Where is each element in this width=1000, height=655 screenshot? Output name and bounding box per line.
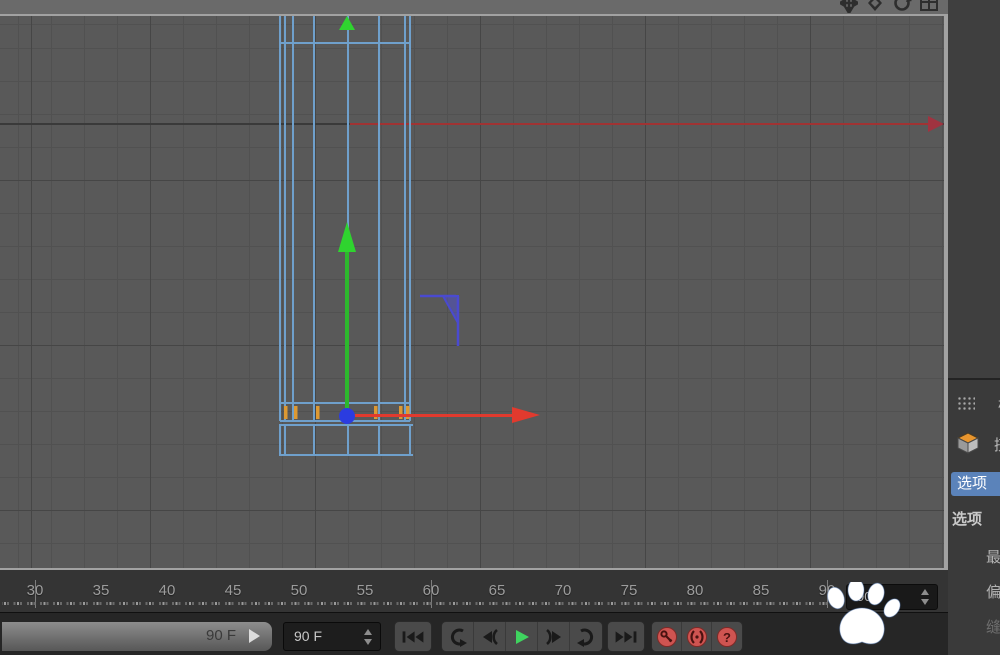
ruler-frame-label: 40	[158, 582, 176, 599]
max-frame-field[interactable]: 90 F	[283, 622, 381, 651]
ruler-frame-label: 65	[488, 582, 506, 599]
play-forward-button[interactable]	[506, 622, 538, 651]
y-axis-arrow-icon[interactable]	[338, 222, 356, 252]
max-frame-value: 90 F	[294, 628, 323, 644]
next-frame-button[interactable]	[538, 622, 570, 651]
attribute-manager-panel: 模 挤 选项 选项 最 偏 缝	[948, 378, 1000, 655]
ruler-frame-label: 60	[422, 582, 440, 599]
svg-text:?: ?	[723, 630, 731, 645]
rotate-view-icon[interactable]	[892, 0, 912, 13]
keyframe-selection-button[interactable]: ?	[712, 622, 742, 651]
previous-frame-button[interactable]	[474, 622, 506, 651]
viewport-canvas[interactable]	[0, 16, 944, 568]
tab-options-selected[interactable]: 选项	[951, 472, 1000, 496]
play-loop-button[interactable]	[570, 622, 602, 651]
toggle-views-icon[interactable]	[920, 0, 938, 13]
world-x-axis-arrow-icon	[928, 116, 944, 132]
goto-start-button[interactable]	[394, 621, 432, 652]
scale-view-icon[interactable]	[866, 0, 884, 13]
ruler-frame-label: 30	[26, 582, 44, 599]
ruler-frame-label: 75	[620, 582, 638, 599]
timeline-tick-marks	[2, 602, 840, 605]
viewport-header	[0, 0, 948, 14]
cinema4d-window: 模 挤 选项 选项 最 偏 缝 30 35 40 45 50 55 60 65 70 75 80 85…	[0, 0, 1000, 655]
move-view-icon[interactable]	[840, 0, 858, 13]
ruler-frame-label: 80	[686, 582, 704, 599]
max-frame-stepper[interactable]	[364, 629, 373, 645]
ruler-frame-label: 45	[224, 582, 242, 599]
playback-button-group	[441, 621, 603, 652]
slider-play-arrow-icon	[249, 629, 260, 643]
object-origin-handle[interactable]	[339, 408, 355, 424]
record-keyframe-button[interactable]	[652, 622, 682, 651]
object-name-label: 挤	[994, 434, 1000, 455]
animation-toolbar: 90 F 90 F ?	[0, 612, 948, 655]
mode-grid-icon	[956, 395, 975, 411]
timeline-ruler[interactable]: 30354045505560657075808590 90 F	[0, 570, 948, 612]
ruler-frame-label: 85	[752, 582, 770, 599]
range-slider-value: 90 F	[205, 627, 236, 644]
attribute-label: 最	[986, 549, 1000, 566]
keyframe-button-group: ?	[651, 621, 743, 652]
deformer-handle-icon	[420, 294, 460, 346]
ruler-frame-label: 55	[356, 582, 374, 599]
ruler-frame-label: 35	[92, 582, 110, 599]
object-cube-icon	[956, 432, 980, 454]
x-axis-handle[interactable]	[352, 414, 514, 417]
ruler-frame-label: 50	[290, 582, 308, 599]
attribute-mode-menu[interactable]: 模	[956, 394, 1000, 414]
paw-print-icon	[827, 582, 901, 645]
y-axis-arrow-top-icon	[339, 16, 355, 30]
attribute-label: 偏	[986, 584, 1000, 601]
options-section-label: 选项	[952, 511, 983, 528]
play-backward-button[interactable]	[442, 622, 474, 651]
goto-end-button[interactable]	[607, 621, 645, 652]
ruler-frame-label: 70	[554, 582, 572, 599]
object-title-row: 挤	[956, 432, 1000, 456]
autokey-button[interactable]	[682, 622, 712, 651]
attribute-label-disabled: 缝	[986, 619, 1000, 636]
x-axis-arrow-icon[interactable]	[512, 407, 540, 423]
world-x-axis-line	[350, 123, 934, 125]
timeline-range-slider[interactable]: 90 F	[2, 622, 272, 651]
y-axis-handle[interactable]	[345, 250, 349, 416]
frame-field-stepper[interactable]	[921, 589, 930, 605]
